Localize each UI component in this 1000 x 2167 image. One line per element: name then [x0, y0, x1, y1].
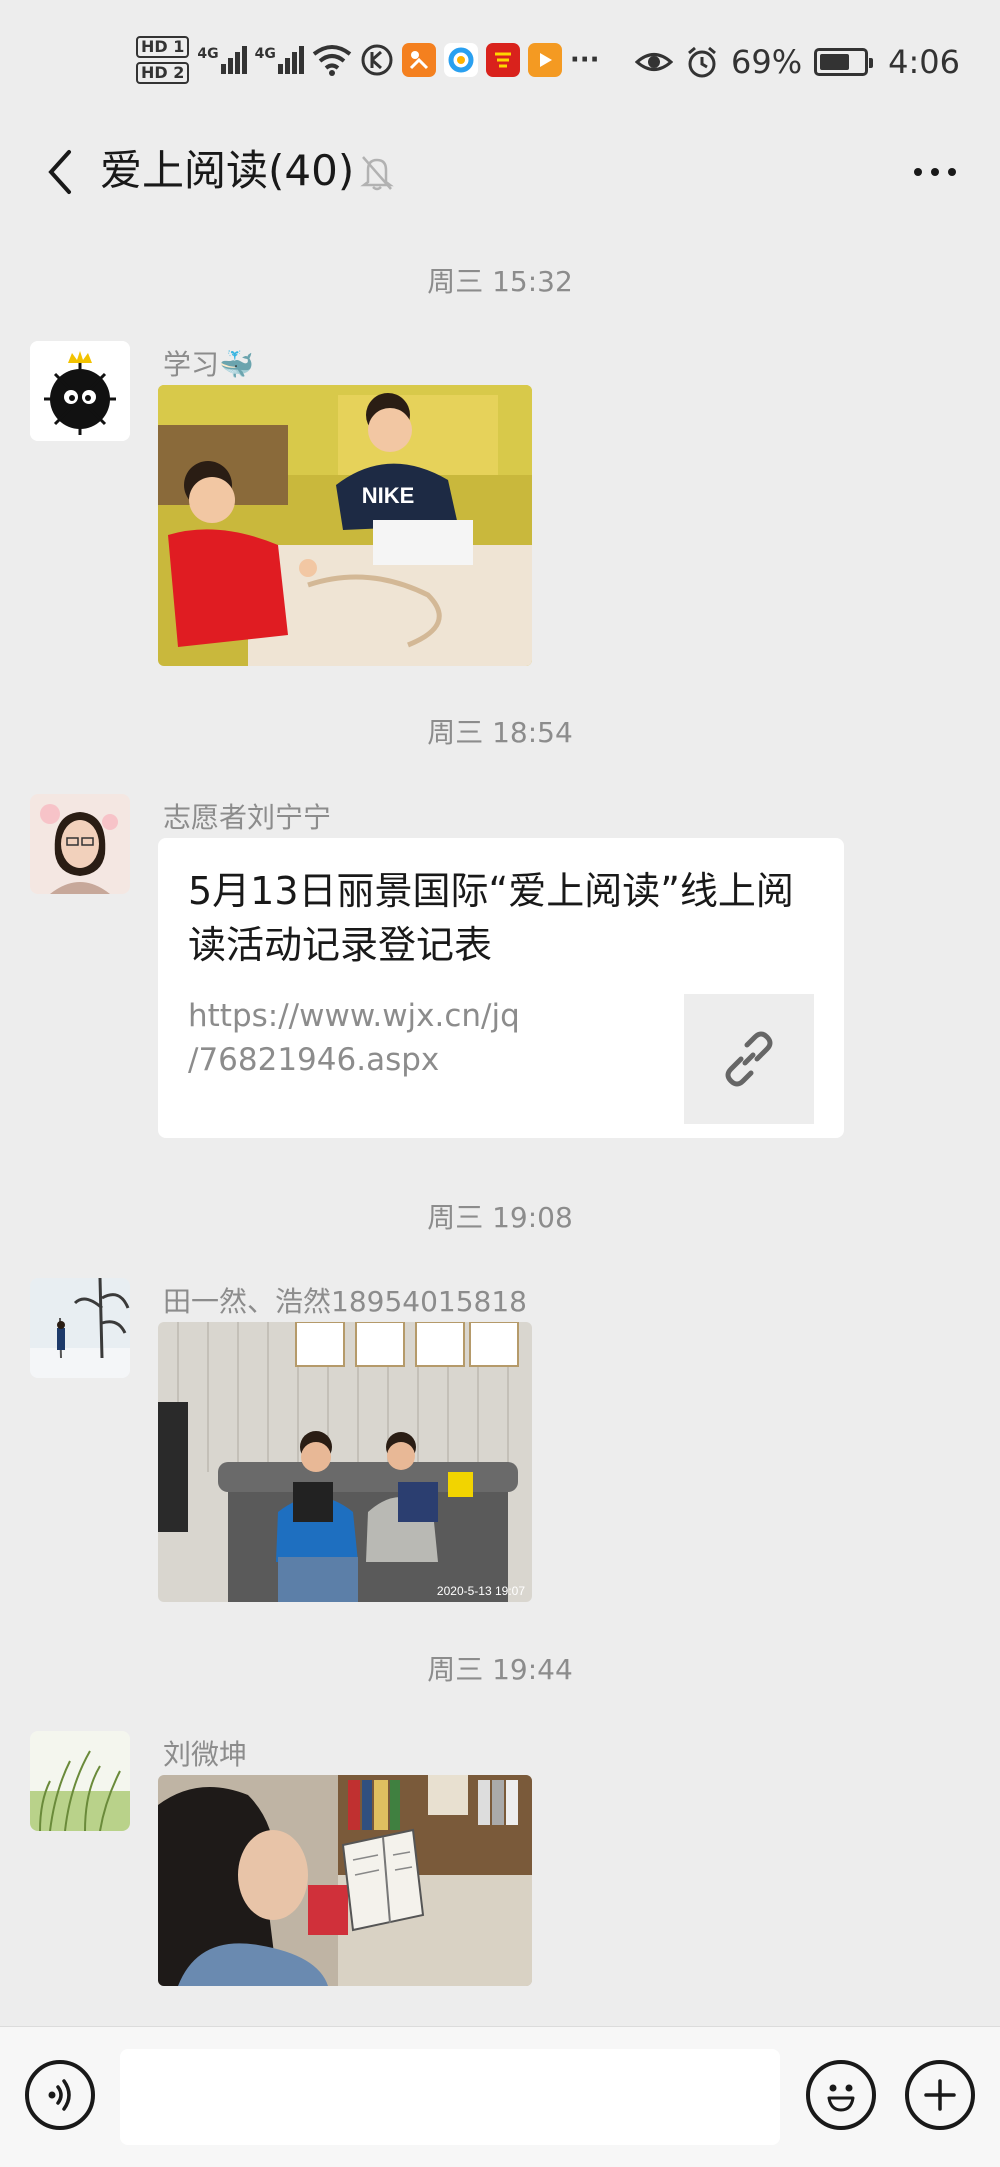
link-url: https://www.wjx.cn/jq /76821946.aspx	[188, 994, 548, 1082]
orange-app-icon	[401, 43, 436, 77]
sender-name: 学习🐳	[163, 348, 254, 381]
timestamp: 周三 18:54	[427, 716, 573, 749]
status-bar: HD 1 HD 2 4G 4G ··· 69% 4:06	[0, 0, 1000, 118]
more-dots-icon	[914, 168, 922, 176]
image-message[interactable]: 2020-5-13 19:07	[158, 1322, 532, 1602]
back-arrow-icon	[48, 150, 71, 194]
link-icon	[725, 1031, 773, 1087]
input-bar	[0, 2026, 1000, 2167]
avatar[interactable]	[30, 341, 130, 441]
link-url-line-2: /76821946.aspx	[188, 1042, 440, 1078]
hd2-badge: HD 2	[136, 62, 190, 84]
avatar[interactable]	[30, 1731, 130, 1831]
emoji-button[interactable]	[806, 2060, 876, 2130]
link-url-line-1: https://www.wjx.cn/jq	[188, 998, 520, 1034]
message-input[interactable]	[120, 2049, 780, 2145]
sender-name: 刘微坤	[163, 1738, 248, 1771]
hd1-badge: HD 1	[136, 36, 190, 58]
avatar[interactable]	[30, 794, 130, 894]
wifi-icon	[312, 45, 352, 76]
status-right: 69% 4:06	[635, 40, 960, 84]
signal-icon-1: 4G	[197, 46, 247, 74]
more-notifications-indicator: ···	[569, 45, 600, 75]
eye-icon	[635, 53, 674, 71]
hd-indicators: HD 1 HD 2	[136, 36, 190, 84]
timestamp: 周三 19:08	[427, 1201, 573, 1234]
red-app-icon	[485, 43, 520, 77]
chat-info-button[interactable]	[900, 144, 970, 200]
alarm-icon	[688, 46, 716, 78]
link-card-message[interactable]: 5月13日丽景国际“爱上阅读”线上阅读活动记录登记表 https://www.w…	[158, 838, 844, 1138]
message-list[interactable]: 周三 15:32 学习🐳 NIKE 周三 18:54 志愿者刘宁宁 5月13日丽…	[0, 228, 1000, 2026]
battery-percent: 69%	[731, 43, 803, 81]
timestamp: 周三 19:44	[427, 1653, 573, 1686]
plus-icon	[924, 2079, 956, 2111]
link-title: 5月13日丽景国际“爱上阅读”线上阅读活动记录登记表	[188, 869, 794, 967]
video-app-icon	[527, 43, 562, 77]
chat-header: 爱上阅读(40)	[0, 118, 1000, 228]
photo-timestamp: 2020-5-13 19:07	[437, 1584, 525, 1598]
voice-input-button[interactable]	[25, 2060, 95, 2130]
chat-title: 爱上阅读(40)	[100, 146, 355, 195]
voice-icon	[48, 2079, 71, 2111]
battery-icon	[814, 48, 874, 76]
blue-app-icon	[443, 43, 478, 77]
avatar[interactable]	[30, 1278, 130, 1378]
image-message[interactable]: NIKE	[158, 385, 532, 666]
signal-icon-2: 4G	[255, 46, 304, 74]
more-functions-button[interactable]	[905, 2060, 975, 2130]
sender-name: 志愿者刘宁宁	[163, 801, 332, 834]
k-app-icon	[361, 44, 393, 76]
clock: 4:06	[888, 43, 960, 81]
link-thumbnail	[684, 994, 814, 1124]
status-left-icons: HD 1 HD 2 4G 4G ···	[136, 30, 599, 90]
image-message[interactable]	[158, 1775, 532, 1986]
sender-name: 田一然、浩然18954015818	[163, 1285, 527, 1318]
svg-text:NIKE: NIKE	[362, 483, 415, 508]
back-button[interactable]	[30, 142, 90, 202]
emoji-icon	[827, 2084, 855, 2112]
mute-bell-icon	[360, 156, 394, 191]
timestamp: 周三 15:32	[427, 265, 573, 298]
